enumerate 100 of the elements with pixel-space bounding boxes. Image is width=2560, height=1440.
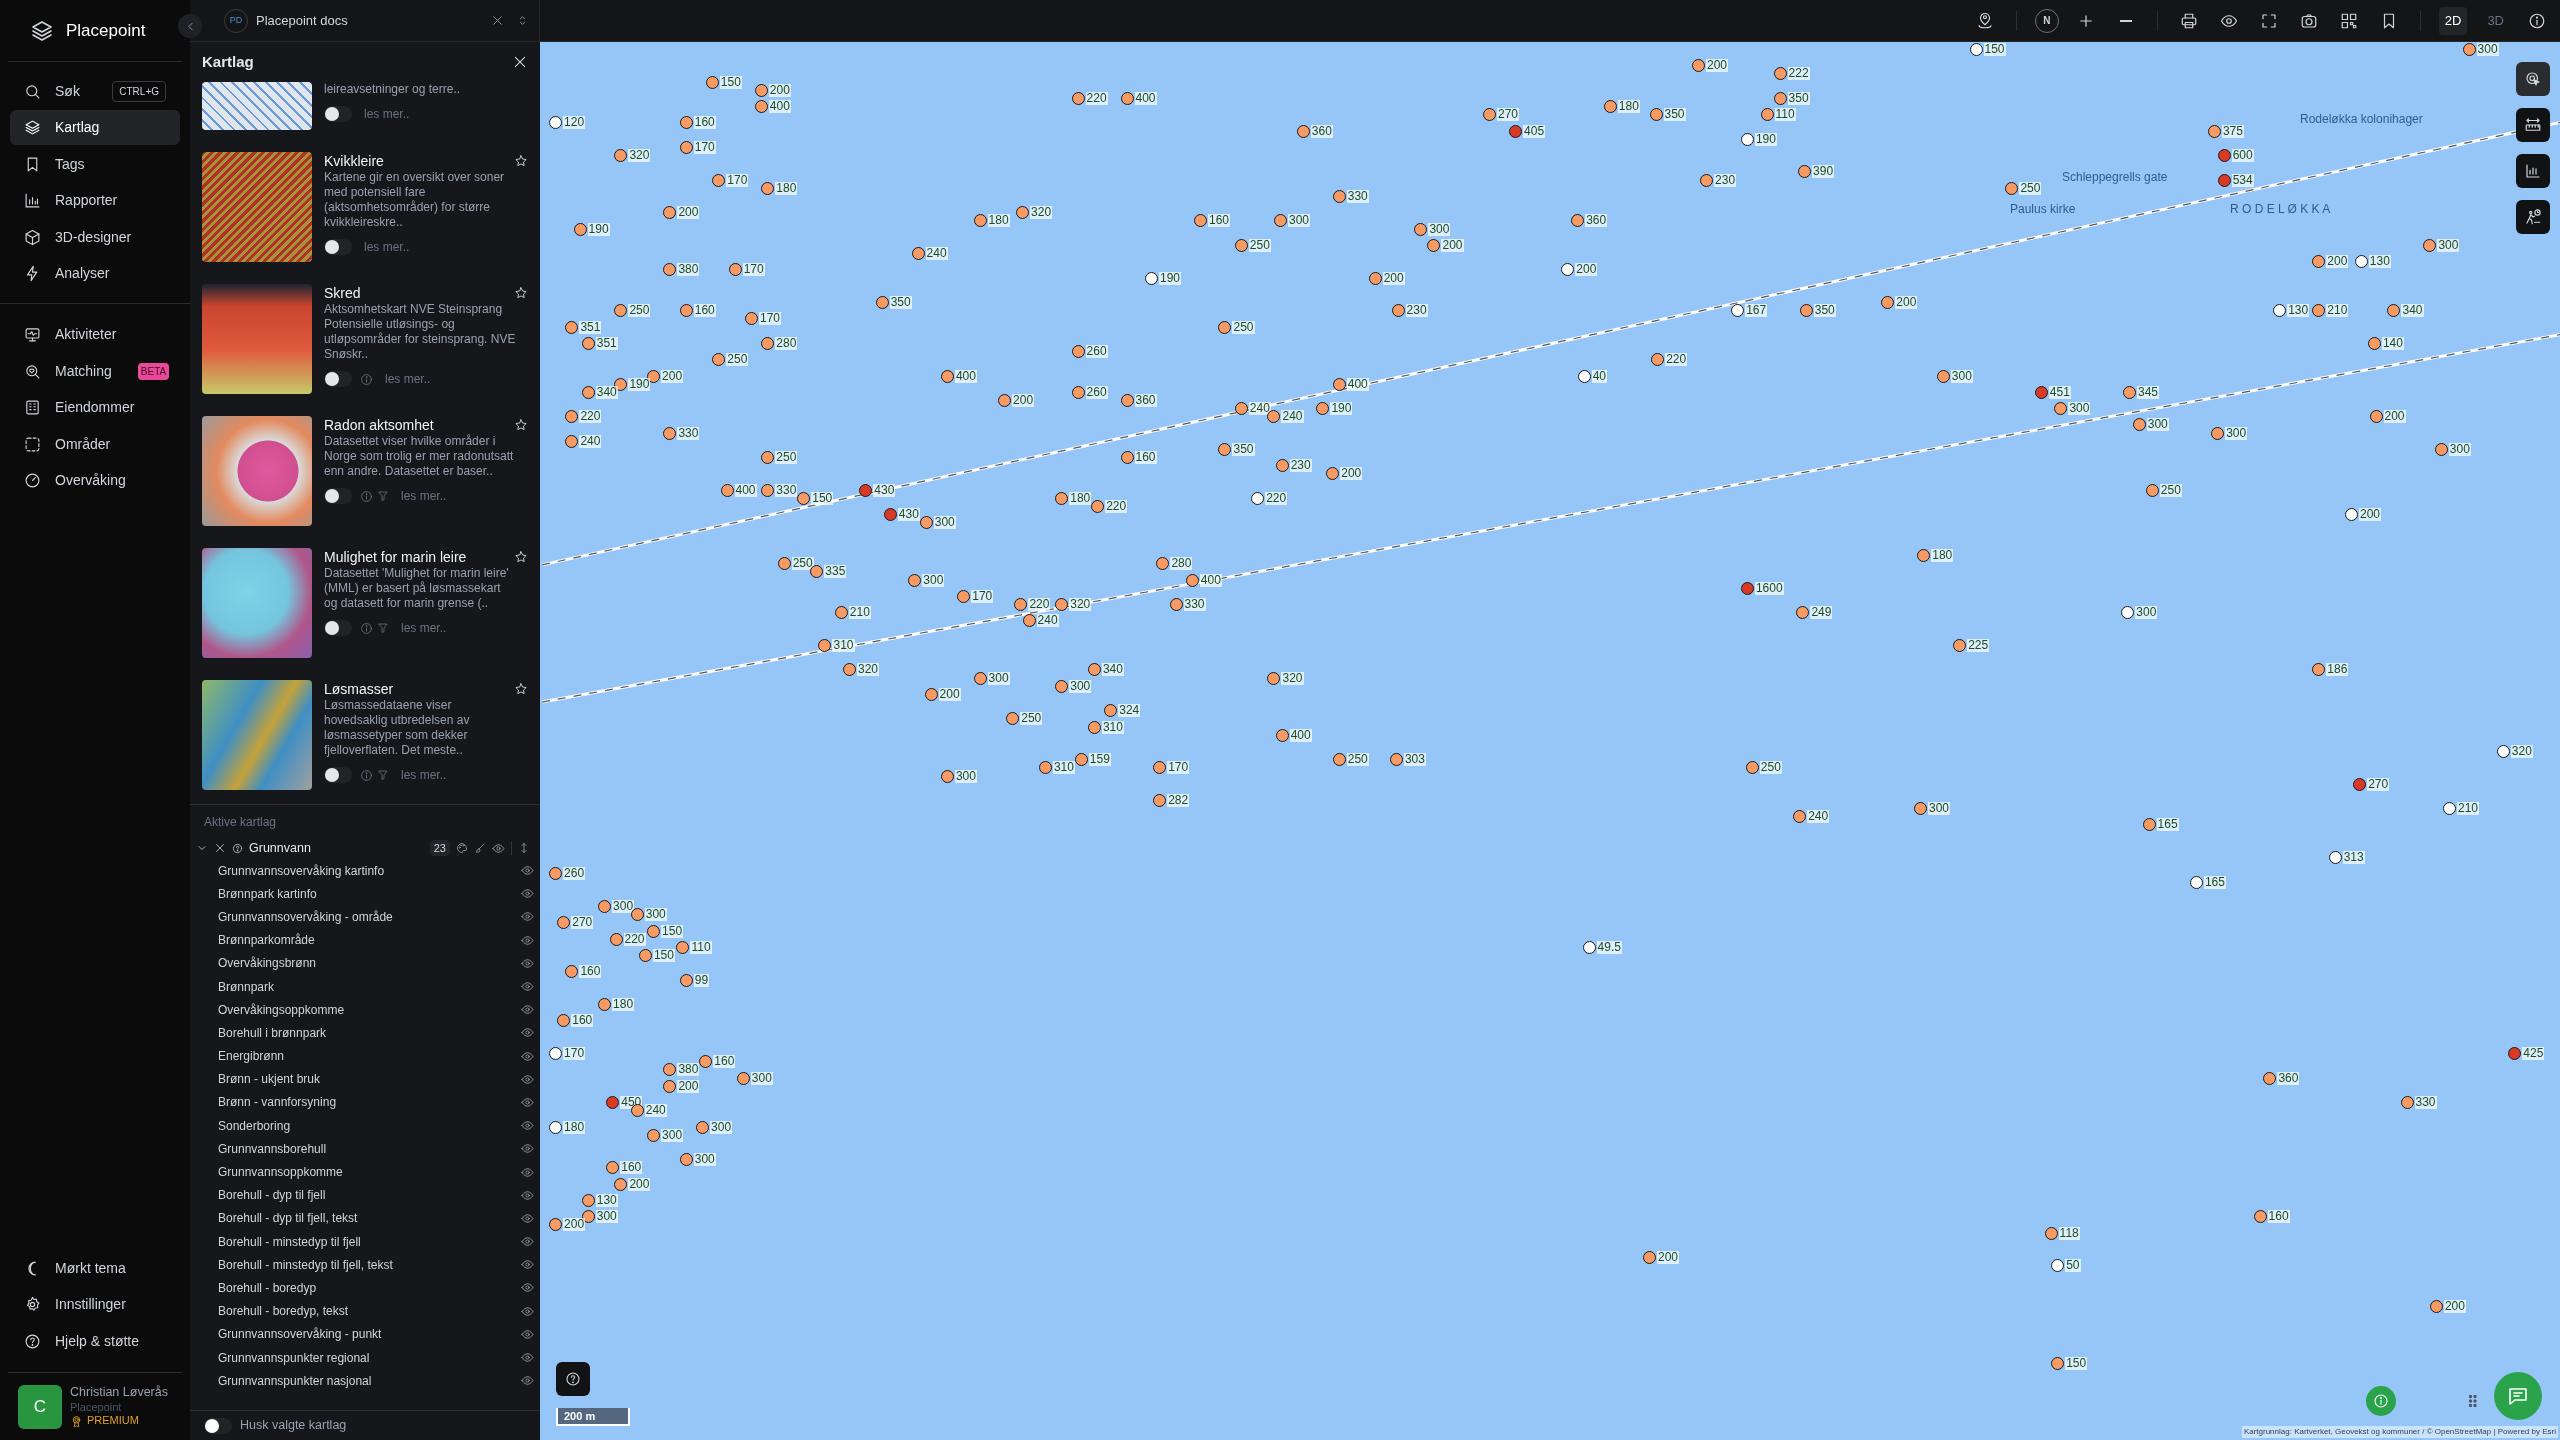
map-marker[interactable] [1603, 100, 1617, 114]
map-marker[interactable] [1427, 238, 1441, 252]
toggle-switch[interactable] [324, 767, 352, 783]
map-marker[interactable] [676, 940, 690, 954]
map-marker[interactable] [973, 671, 987, 685]
map-marker[interactable] [1071, 385, 1085, 399]
nav-item[interactable]: Områder [10, 426, 180, 462]
map-marker[interactable] [2434, 442, 2448, 456]
map-marker[interactable] [598, 900, 612, 914]
info-icon[interactable] [360, 621, 373, 635]
map-marker[interactable] [1296, 124, 1310, 138]
map-marker[interactable] [2122, 385, 2136, 399]
map-marker[interactable] [581, 385, 595, 399]
toggle-switch[interactable] [324, 371, 352, 387]
map-marker[interactable] [2312, 255, 2326, 269]
map-marker[interactable] [2211, 426, 2225, 440]
map-marker[interactable] [2312, 663, 2326, 677]
map-marker[interactable] [761, 483, 775, 497]
map-marker[interactable] [549, 867, 563, 881]
map-marker[interactable] [1773, 91, 1787, 105]
map-marker[interactable] [1793, 810, 1807, 824]
eye-icon[interactable] [521, 910, 534, 924]
map-marker[interactable] [777, 557, 791, 571]
nav-item[interactable]: Matching BETA [10, 353, 180, 389]
map-marker[interactable] [1798, 165, 1812, 179]
map-marker[interactable] [1006, 712, 1020, 726]
map-marker[interactable] [565, 320, 579, 334]
walking-time-button[interactable] [2516, 200, 2550, 234]
map-marker[interactable] [614, 1177, 628, 1191]
read-more-link[interactable]: les mer.. [401, 619, 447, 637]
map-marker[interactable] [1120, 394, 1134, 407]
map-marker[interactable] [2217, 173, 2231, 187]
map-marker[interactable] [1414, 222, 1428, 236]
map-marker[interactable] [1016, 206, 1030, 220]
map-marker[interactable] [712, 173, 726, 187]
map-marker[interactable] [647, 1128, 661, 1142]
chart-button[interactable] [2516, 154, 2550, 188]
nav-item[interactable]: Overvåking [10, 463, 180, 498]
map-marker[interactable] [1914, 802, 1927, 816]
map-marker[interactable] [1731, 304, 1745, 318]
eye-icon[interactable] [521, 887, 534, 901]
map-marker[interactable] [1153, 761, 1167, 775]
eye-icon[interactable] [521, 1304, 534, 1318]
map-marker[interactable] [1194, 214, 1207, 228]
read-more-link[interactable]: les mer.. [401, 766, 447, 784]
map-marker[interactable] [919, 516, 933, 530]
map-marker[interactable] [2442, 802, 2456, 816]
map-marker[interactable] [565, 434, 579, 448]
map-marker[interactable] [609, 932, 623, 946]
map-marker[interactable] [1275, 728, 1289, 742]
map-marker[interactable] [1642, 1251, 1656, 1265]
map-marker[interactable] [818, 638, 832, 652]
map-marker[interactable] [2217, 149, 2231, 163]
map-marker[interactable] [614, 149, 628, 163]
map-marker[interactable] [973, 214, 987, 228]
palette-icon[interactable] [456, 842, 468, 854]
map-marker[interactable] [679, 116, 693, 130]
read-more-link[interactable]: les mer.. [364, 105, 410, 123]
map-marker[interactable] [1760, 108, 1774, 122]
map-marker[interactable] [1577, 369, 1591, 383]
info-icon[interactable] [360, 489, 373, 503]
map-marker[interactable] [859, 483, 873, 497]
help-button[interactable] [556, 1362, 590, 1396]
map-marker[interactable] [549, 1120, 563, 1134]
map-marker[interactable] [565, 410, 579, 424]
nav-item[interactable]: Kartlag [10, 110, 180, 145]
map-marker[interactable] [1332, 189, 1346, 203]
map-marker[interactable] [940, 769, 954, 783]
map-marker[interactable] [1055, 679, 1069, 693]
map-marker[interactable] [1799, 304, 1813, 318]
map-marker[interactable] [754, 100, 768, 114]
map-marker[interactable] [647, 924, 661, 938]
nav-item[interactable]: Aktiviteter [10, 317, 180, 352]
map-marker[interactable] [1091, 500, 1105, 514]
star-icon[interactable] [514, 550, 528, 564]
toggle-switch[interactable] [324, 620, 352, 636]
map-marker[interactable] [1953, 638, 1967, 652]
map-marker[interactable] [2369, 410, 2383, 424]
map-marker[interactable] [1649, 108, 1663, 122]
map-marker[interactable] [2121, 606, 2135, 620]
map-marker[interactable] [2051, 1259, 2065, 1273]
map-marker[interactable] [761, 181, 775, 195]
map-marker[interactable] [2429, 1300, 2443, 1314]
eye-icon[interactable] [521, 1235, 534, 1249]
reorder-icon[interactable] [518, 842, 530, 854]
map-marker[interactable] [2132, 418, 2146, 432]
map-marker[interactable] [696, 1120, 710, 1134]
map-marker[interactable] [565, 965, 579, 979]
map-marker[interactable] [663, 1079, 677, 1093]
map-marker[interactable] [679, 1153, 693, 1167]
map-marker[interactable] [1389, 753, 1403, 767]
map-marker[interactable] [679, 140, 693, 154]
nav-item[interactable]: Eiendommer [10, 390, 180, 425]
map-marker[interactable] [797, 491, 811, 505]
map-marker[interactable] [2273, 304, 2287, 318]
map-marker[interactable] [924, 687, 938, 701]
map-marker[interactable] [1156, 557, 1170, 571]
map-marker[interactable] [761, 336, 775, 350]
map-marker[interactable] [1917, 549, 1931, 563]
map-marker[interactable] [1368, 271, 1382, 285]
